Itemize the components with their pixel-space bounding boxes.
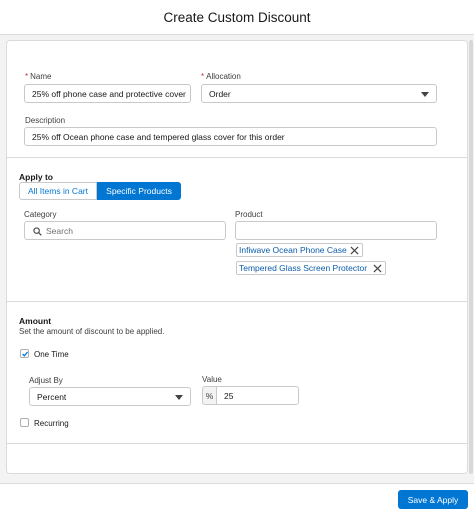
adjust-by-select[interactable]: Percent [29, 387, 191, 406]
one-time-checkbox[interactable] [20, 349, 29, 358]
section-divider [7, 443, 467, 444]
product-pill-label[interactable]: Infiwave Ocean Phone Case [239, 245, 347, 255]
modal-title: Create Custom Discount [163, 9, 311, 25]
one-time-label: One Time [34, 350, 69, 359]
category-label: Category [24, 210, 57, 219]
category-search-input[interactable]: Search [24, 221, 226, 240]
section-divider [7, 301, 467, 302]
discount-form: * Name 25% off phone case and protective … [6, 40, 468, 474]
adjust-by-label: Adjust By [29, 376, 63, 385]
chevron-down-icon [421, 92, 429, 97]
checkmark-icon [22, 351, 29, 357]
allocation-select[interactable]: Order [201, 84, 437, 103]
name-input-value: 25% off phone case and protective cover [32, 88, 186, 99]
product-search-input[interactable] [235, 221, 437, 240]
percent-addon: % [202, 386, 216, 405]
allocation-label: * Allocation [201, 72, 241, 81]
description-input-value: 25% off Ocean phone case and tempered gl… [32, 131, 285, 142]
required-marker: * [201, 72, 205, 81]
scrollbar[interactable] [469, 40, 473, 474]
amount-title: Amount [19, 316, 52, 326]
recurring-checkbox[interactable] [20, 418, 29, 427]
name-label-text: Name [30, 72, 52, 81]
description-input[interactable]: 25% off Ocean phone case and tempered gl… [24, 127, 437, 146]
value-label: Value [202, 375, 222, 384]
tab-specific-products[interactable]: Specific Products [97, 182, 181, 200]
value-input[interactable]: 25 [216, 386, 299, 405]
close-icon[interactable] [373, 264, 382, 273]
modal-header: Create Custom Discount [0, 0, 474, 35]
product-label: Product [235, 210, 263, 219]
required-marker: * [25, 72, 29, 81]
modal-content-area: * Name 25% off phone case and protective … [0, 35, 474, 483]
name-label: * Name [25, 72, 51, 81]
save-and-apply-button[interactable]: Save & Apply [398, 490, 468, 509]
value-input-value: 25 [224, 390, 234, 401]
product-pill: Tempered Glass Screen Protector [236, 261, 386, 275]
tab-all-items-in-cart[interactable]: All Items in Cart [19, 182, 97, 200]
chevron-down-icon [175, 395, 183, 400]
section-divider [7, 157, 467, 158]
search-icon [33, 227, 42, 236]
modal-footer: Save & Apply [0, 483, 474, 513]
recurring-label: Recurring [34, 419, 69, 428]
allocation-select-value: Order [209, 88, 231, 99]
apply-to-title: Apply to [19, 172, 53, 182]
category-search-placeholder: Search [46, 225, 73, 236]
description-label: Description [25, 116, 66, 125]
amount-helptext: Set the amount of discount to be applied… [19, 327, 165, 336]
close-icon[interactable] [350, 246, 359, 255]
allocation-label-text: Allocation [206, 72, 241, 81]
product-pill-label[interactable]: Tempered Glass Screen Protector [239, 263, 367, 273]
adjust-by-select-value: Percent [37, 391, 67, 402]
product-pill: Infiwave Ocean Phone Case [236, 243, 363, 257]
name-input[interactable]: 25% off phone case and protective cover [24, 84, 191, 103]
